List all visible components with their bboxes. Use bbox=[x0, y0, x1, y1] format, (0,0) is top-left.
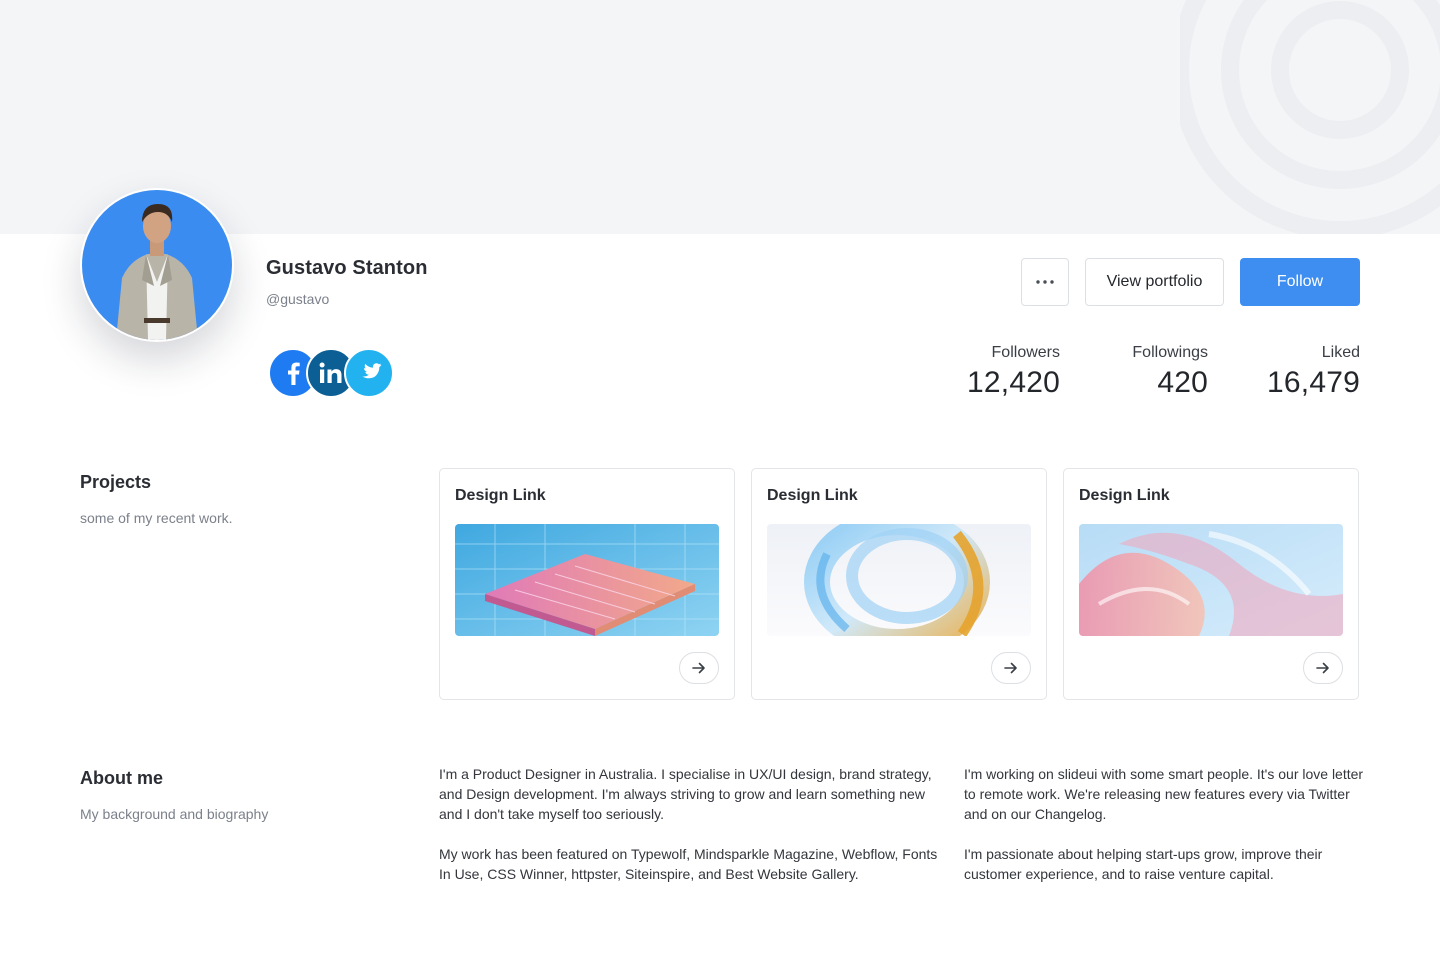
twitter-icon bbox=[362, 363, 382, 379]
card-title: Design Link bbox=[1079, 487, 1170, 504]
stat-label: Followings bbox=[1132, 344, 1208, 361]
profile-name: Gustavo Stanton bbox=[266, 257, 428, 279]
social-links bbox=[268, 348, 398, 398]
ellipsis-icon bbox=[1036, 280, 1054, 284]
projects-title: Projects bbox=[80, 472, 152, 492]
facebook-icon bbox=[288, 362, 300, 385]
open-project-button[interactable] bbox=[679, 652, 719, 684]
stat-value: 16,479 bbox=[1267, 366, 1360, 399]
stat-label: Followers bbox=[991, 344, 1060, 361]
project-card[interactable]: Design Link bbox=[439, 468, 735, 700]
open-project-button[interactable] bbox=[1303, 652, 1343, 684]
profile-handle: @gustavo bbox=[266, 291, 330, 307]
arrow-right-icon bbox=[1316, 662, 1329, 674]
stat-value: 12,420 bbox=[967, 366, 1060, 399]
glass-waves-image bbox=[1079, 524, 1343, 636]
follow-button[interactable]: Follow bbox=[1240, 258, 1360, 306]
about-paragraph: I'm passionate about helping start-ups g… bbox=[964, 846, 1323, 882]
project-card[interactable]: Design Link bbox=[751, 468, 1047, 700]
more-options-button[interactable] bbox=[1021, 258, 1069, 306]
avatar-photo bbox=[82, 190, 232, 340]
arrow-right-icon bbox=[1004, 662, 1017, 674]
about-column-left: I'm a Product Designer in Australia. I s… bbox=[439, 764, 939, 904]
about-subtitle: My background and biography bbox=[80, 806, 269, 822]
about-column-right: I'm working on slideui with some smart p… bbox=[964, 764, 1364, 904]
twitter-link[interactable] bbox=[344, 348, 394, 398]
stat-label: Liked bbox=[1321, 344, 1360, 361]
view-portfolio-button[interactable]: View portfolio bbox=[1085, 258, 1224, 306]
open-project-button[interactable] bbox=[991, 652, 1031, 684]
arrow-right-icon bbox=[692, 662, 705, 674]
stat-value: 420 bbox=[1157, 366, 1208, 399]
cover-decoration bbox=[1180, 0, 1440, 234]
circuit-chip-image bbox=[455, 524, 719, 636]
project-card[interactable]: Design Link bbox=[1063, 468, 1359, 700]
glass-ring-image bbox=[767, 524, 1031, 636]
stat-liked[interactable]: Liked 16,479 bbox=[1267, 344, 1360, 400]
about-title: About me bbox=[80, 768, 163, 788]
card-title: Design Link bbox=[455, 487, 546, 504]
stat-followers[interactable]: Followers 12,420 bbox=[967, 344, 1060, 400]
profile-page: Gustavo Stanton @gustavo View portfolio … bbox=[0, 0, 1440, 964]
card-title: Design Link bbox=[767, 487, 858, 504]
avatar[interactable] bbox=[80, 188, 234, 342]
about-paragraph: I'm working on slideui with some smart p… bbox=[964, 766, 1364, 822]
stat-followings[interactable]: Followings 420 bbox=[1132, 344, 1208, 400]
about-paragraph: My work has been featured on Typewolf, M… bbox=[439, 846, 938, 882]
about-paragraph: I'm a Product Designer in Australia. I s… bbox=[439, 766, 932, 822]
projects-subtitle: some of my recent work. bbox=[80, 510, 233, 526]
linkedin-icon bbox=[319, 362, 342, 383]
